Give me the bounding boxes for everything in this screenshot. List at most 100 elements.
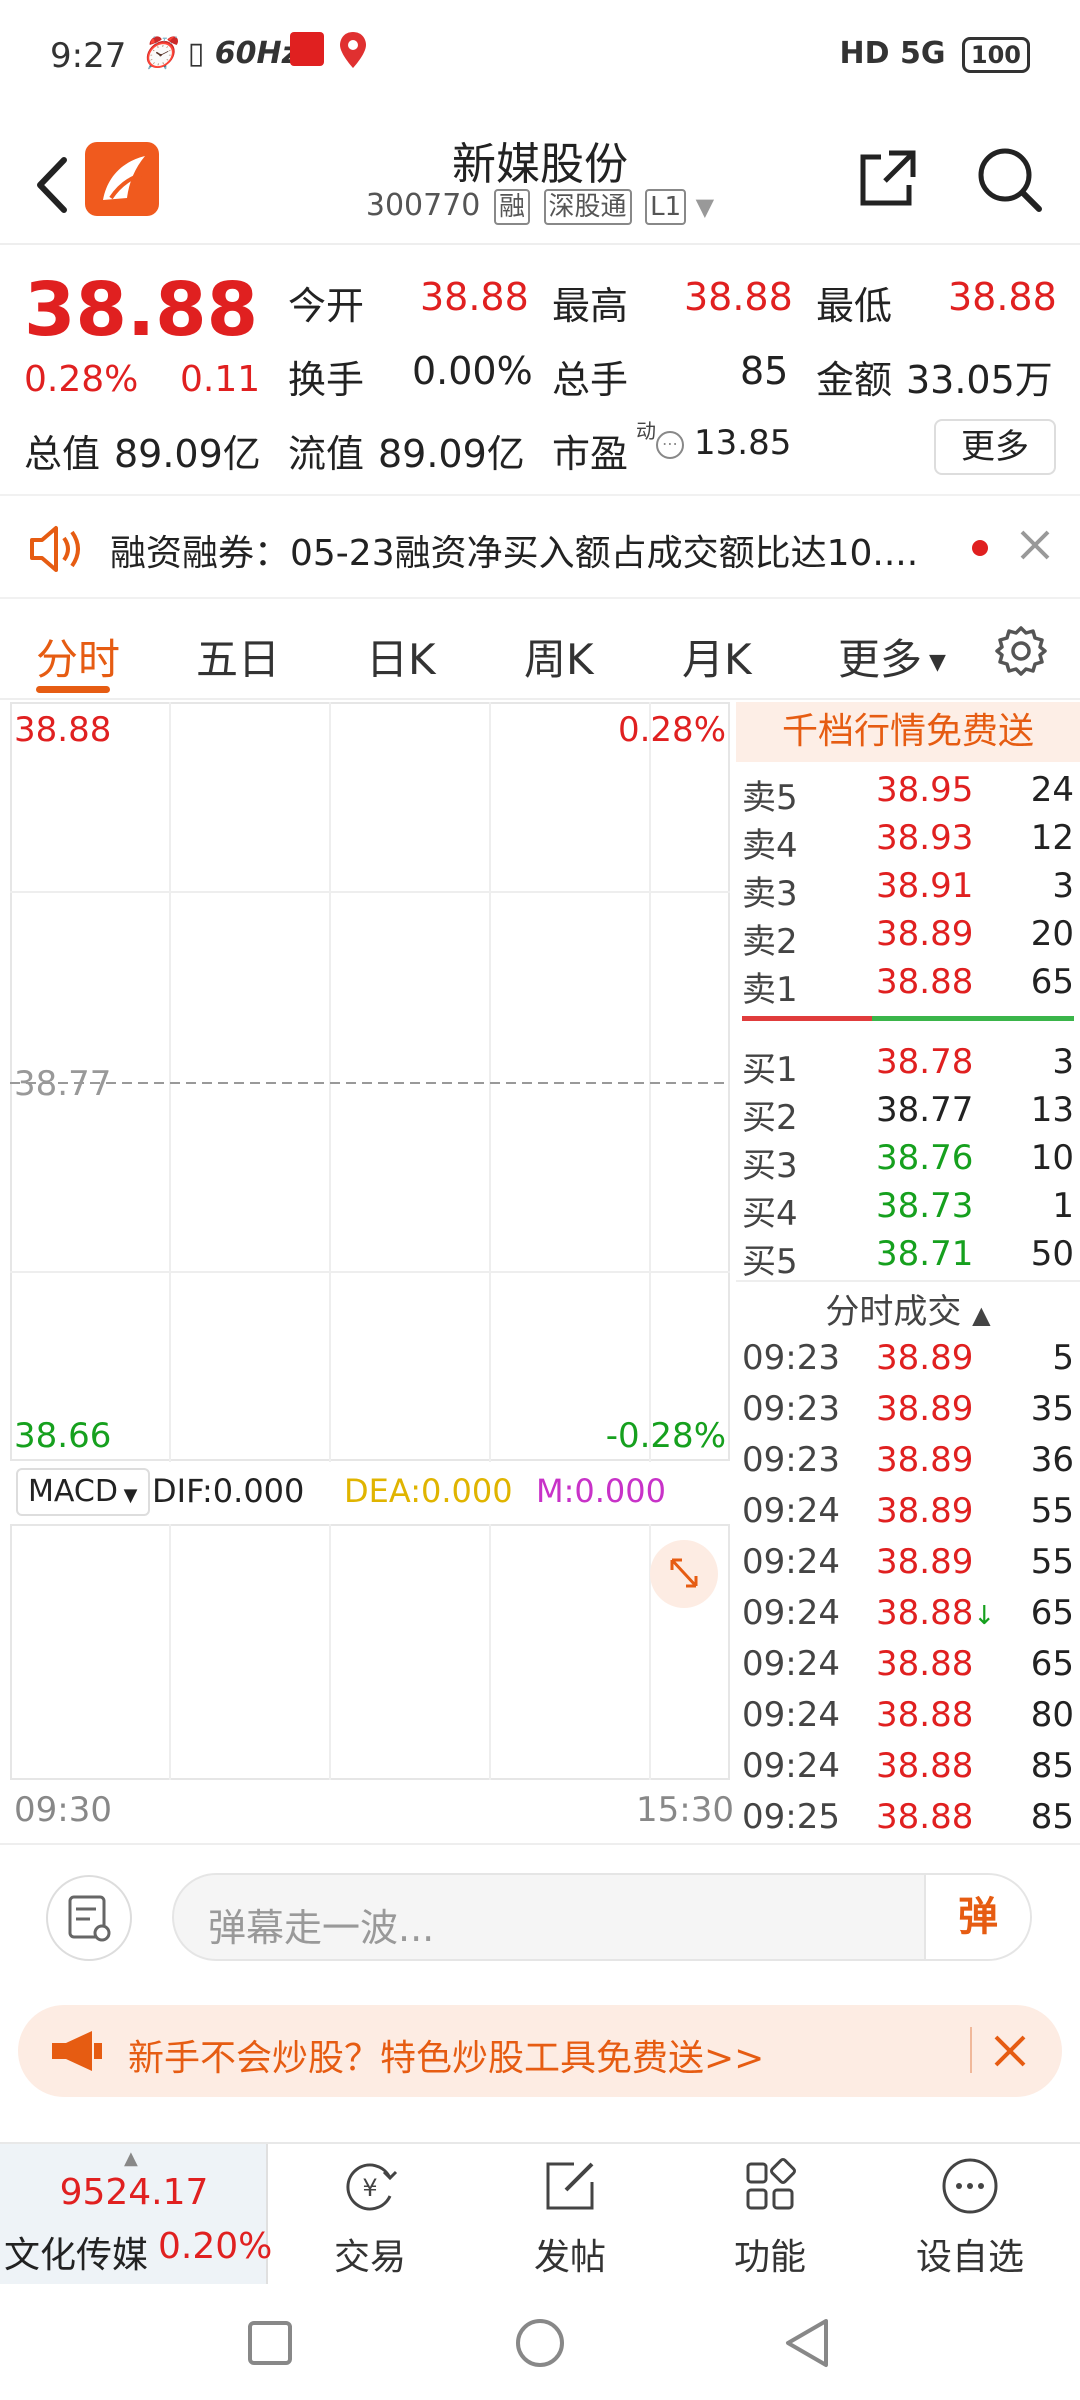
trade-row: 09:24 38.88 85 <box>742 1746 1074 1786</box>
macd-header: MACD ▼ DIF:0.000 DEA:0.000 M:0.000 <box>10 1462 730 1522</box>
trade-button[interactable]: ¥ 交易 <box>270 2144 470 2284</box>
back-nav-icon[interactable] <box>782 2317 832 2369</box>
system-navigation <box>0 2285 1080 2400</box>
tab-five-day[interactable]: 五日 <box>196 626 280 687</box>
danmaku-placeholder: 弹幕走一波... <box>208 1906 435 1950</box>
amount-label: 金额 <box>816 358 893 402</box>
divider <box>736 1280 1080 1282</box>
status-time: 9:27 <box>50 36 127 76</box>
chevron-up-icon: ▲ <box>972 1301 991 1329</box>
low-value: 38.88 <box>948 275 1057 319</box>
bid-row: 买1 38.78 3 <box>742 1042 1074 1090</box>
more-quote-button[interactable]: 更多 <box>934 419 1056 475</box>
sector-index-value: 9524.17 <box>59 2172 209 2213</box>
chart-grid <box>10 702 730 1462</box>
trades-title[interactable]: 分时成交 ▲ <box>736 1284 1080 1333</box>
order-book: 千档行情免费送 卖5 38.95 24 卖4 38.93 12 卖3 38.91 3 卖2 3… <box>736 702 1080 1842</box>
more-circle-icon <box>940 2156 1000 2216</box>
tab-intraday[interactable]: 分时 <box>36 626 120 687</box>
ask-row: 卖5 38.95 24 <box>742 770 1074 818</box>
tab-monthly-k[interactable]: 月K <box>682 626 752 687</box>
tab-weekly-k[interactable]: 周K <box>524 626 594 687</box>
promo-banner[interactable]: 新手不会炒股？特色炒股工具免费送>> <box>18 2005 1062 2097</box>
intraday-chart[interactable]: 38.88 0.28% 38.77 38.66 -0.28% <box>10 702 730 1462</box>
amount-value: 33.05万 <box>906 358 1053 402</box>
functions-label: 功能 <box>733 2237 806 2278</box>
post-label: 发帖 <box>533 2237 606 2278</box>
turnover-label: 换手 <box>288 358 365 402</box>
high-value: 38.88 <box>684 275 793 319</box>
trade-row: 09:24 38.89 55 <box>742 1542 1074 1582</box>
unread-dot <box>972 540 988 556</box>
ask-row: 卖4 38.93 12 <box>742 818 1074 866</box>
pe-label: 市盈 <box>552 432 629 476</box>
trade-label: 交易 <box>333 2237 406 2278</box>
macd-grid <box>10 1524 730 1780</box>
tab-indicator <box>36 686 110 693</box>
sector-name: 文化传媒 <box>4 2235 149 2276</box>
bottom-toolbar: ▲ 9524.17 文化传媒 0.20% ¥ 交易 发帖 功能 设自选 <box>0 2142 1080 2284</box>
sector-index[interactable]: ▲ 9524.17 文化传媒 0.20% <box>0 2144 272 2284</box>
danmaku-input[interactable]: 弹幕走一波... 弹 <box>172 1873 1032 1961</box>
status-bar: 9:27 ⏰ ▯ 60Hz HD 5G 100 <box>0 0 1080 110</box>
stock-code: 300770 <box>365 188 481 223</box>
recents-icon[interactable] <box>248 2321 292 2365</box>
trade-row: 09:23 38.89 36 <box>742 1440 1074 1480</box>
comment-list-icon[interactable] <box>46 1875 132 1961</box>
info-icon[interactable]: ⋯ <box>656 431 684 459</box>
signal-text: HD 5G <box>839 36 946 71</box>
down-arrow-icon: ↓ <box>973 1601 996 1631</box>
macd-chart[interactable] <box>10 1524 730 1782</box>
turnover-value: 0.00% <box>412 349 533 393</box>
close-icon[interactable] <box>1018 528 1052 562</box>
battery-icon: 100 <box>961 36 1030 73</box>
volume-value: 85 <box>740 349 789 393</box>
divider <box>970 2027 972 2073</box>
post-button[interactable]: 发帖 <box>470 2144 670 2284</box>
level-promo-banner[interactable]: 千档行情免费送 <box>736 702 1080 762</box>
share-icon[interactable] <box>855 145 921 211</box>
margin-tag: 融 <box>493 189 530 225</box>
float-cap-value: 89.09亿 <box>378 432 525 476</box>
status-right: HD 5G 100 <box>839 36 1030 73</box>
settings-icon[interactable] <box>994 624 1048 678</box>
ask-row: 卖3 38.91 3 <box>742 866 1074 914</box>
low-label: 最低 <box>816 284 893 328</box>
close-icon[interactable] <box>990 2031 1030 2071</box>
volume-label: 总手 <box>552 358 629 402</box>
ask-row: 卖2 38.89 20 <box>742 914 1074 962</box>
connect-tag: 深股通 <box>543 189 632 225</box>
chart-low-pct: -0.28% <box>605 1416 726 1456</box>
macd-dif: DIF:0.000 <box>152 1472 305 1510</box>
indicator-select[interactable]: MACD ▼ <box>16 1468 150 1516</box>
comment-bar: 弹幕走一波... 弹 <box>0 1845 1080 1985</box>
add-watchlist-button[interactable]: 设自选 <box>870 2144 1070 2284</box>
chart-low-price: 38.66 <box>14 1416 112 1456</box>
time-end: 15:30 <box>636 1790 734 1830</box>
trade-row: 09:24 38.88↓ 65 <box>742 1593 1074 1633</box>
tab-more[interactable]: 更多 ▼ <box>838 626 946 687</box>
refresh-rate: ⏰ ▯ 60Hz <box>140 36 300 71</box>
notice-bar[interactable]: 融资融券：05-23融资净买入额占成交额比达10.... <box>0 494 1080 599</box>
chevron-up-icon: ▲ <box>124 2148 138 2169</box>
change-amount: 0.11 <box>180 359 261 400</box>
functions-button[interactable]: 功能 <box>670 2144 870 2284</box>
macd-dea: DEA:0.000 <box>344 1472 513 1510</box>
ask-ratio-bar <box>742 1016 872 1021</box>
home-icon[interactable] <box>516 2319 564 2367</box>
trade-row: 09:23 38.89 5 <box>742 1338 1074 1378</box>
dropdown-icon[interactable]: ▼ <box>696 193 714 221</box>
change-percent: 0.28% <box>24 359 139 400</box>
chart-high-price: 38.88 <box>14 710 112 750</box>
trade-row: 09:24 38.88 65 <box>742 1644 1074 1684</box>
danmaku-send-button[interactable]: 弹 <box>924 1875 1030 1959</box>
chevron-down-icon: ▼ <box>922 650 946 675</box>
grid-icon <box>740 2156 800 2216</box>
tab-daily-k[interactable]: 日K <box>366 626 436 687</box>
pe-dynamic-sup: 动 <box>636 419 656 443</box>
expand-icon[interactable] <box>650 1540 718 1608</box>
open-label: 今开 <box>288 284 365 328</box>
trade-row: 09:23 38.89 35 <box>742 1389 1074 1429</box>
market-cap-label: 总值 <box>24 432 101 476</box>
search-icon[interactable] <box>975 145 1045 215</box>
